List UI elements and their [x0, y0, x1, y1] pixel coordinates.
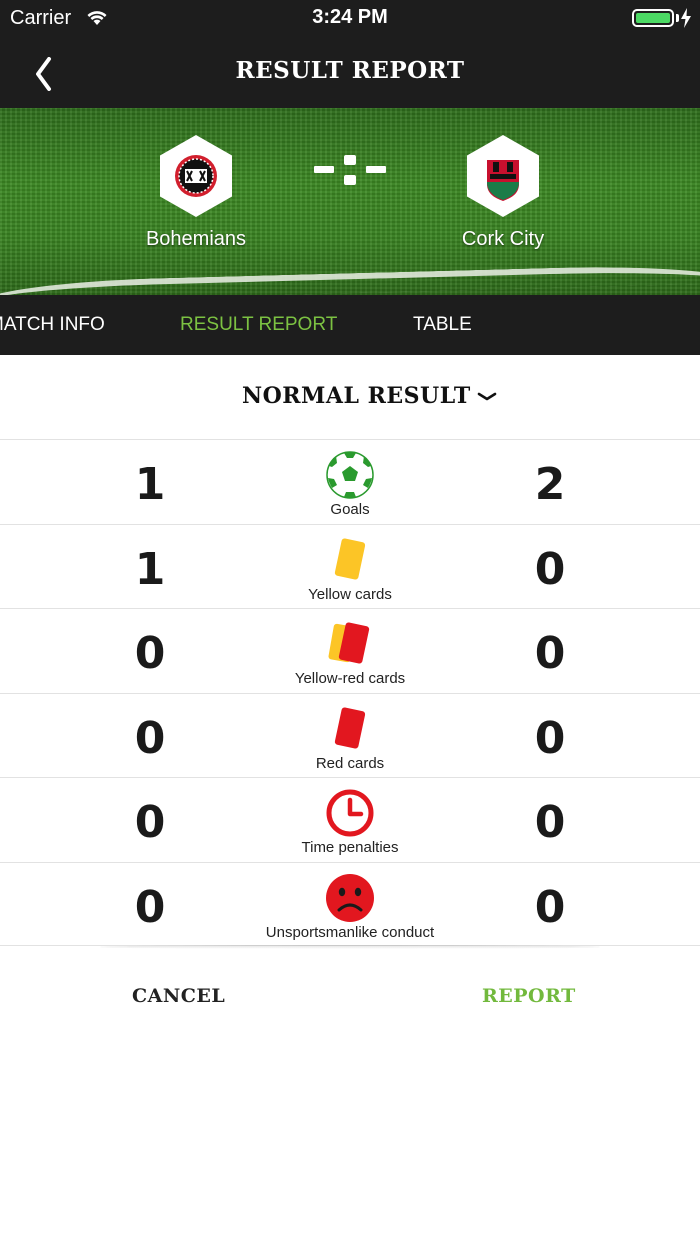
navigation-bar: RESULT REPORT	[0, 40, 700, 108]
stat-label-unsportsmanlike-conduct: Unsportsmanlike conduct	[265, 923, 435, 941]
stat-label-time-penalties: Time penalties	[301, 839, 399, 856]
stat-label-yellow-cards: Yellow cards	[308, 585, 392, 603]
battery-icon	[632, 9, 674, 27]
charging-bolt-icon	[681, 8, 691, 28]
report-button[interactable]: REPORT	[482, 985, 576, 1007]
home-yellow-red-cards-value[interactable]: 0	[90, 628, 210, 679]
stat-row-yellow-red-cards: 0 Yellow-red cards 0	[0, 608, 700, 693]
tab-table[interactable]: TABLE	[413, 314, 472, 336]
away-yellow-red-cards-value[interactable]: 0	[490, 628, 610, 679]
stat-row-red-cards: 0 Red cards 0	[0, 692, 700, 778]
cancel-button[interactable]: CANCEL	[132, 985, 225, 1007]
stat-row-time-penalties: 0 Time penalties 0	[0, 777, 700, 862]
home-team-name: Bohemians	[145, 228, 247, 250]
stat-row-yellow-cards: 1 Yellow cards 0	[0, 523, 700, 609]
stat-row-unsportsmanlike-conduct: 0 Unsportsmanlike conduct 0	[0, 861, 700, 946]
stats-list: 1 Goals 2 1 Yellow cards 0 0 Yellow-red …	[0, 439, 700, 946]
result-type-label: NORMAL RESULT	[242, 383, 471, 409]
tab-bar: MATCH INFO RESULT REPORT TABLE	[0, 295, 700, 355]
home-yellow-cards-value[interactable]: 1	[90, 544, 210, 595]
stat-label-goals: Goals	[330, 501, 370, 518]
home-time-penalties-value[interactable]: 0	[90, 797, 210, 848]
away-unsportsmanlike-value[interactable]: 0	[490, 882, 610, 933]
home-goals-value[interactable]: 1	[90, 459, 210, 510]
clock-icon	[326, 789, 374, 837]
away-goals-value[interactable]: 2	[490, 459, 610, 510]
sad-face-icon	[326, 873, 374, 922]
clock-time: 3:24 PM	[312, 6, 388, 28]
stat-label-red-cards: Red cards	[315, 754, 385, 772]
yellow-red-card-icon	[328, 622, 370, 664]
bohemians-crest-icon	[160, 135, 232, 217]
away-time-penalties-value[interactable]: 0	[490, 797, 610, 848]
red-card-icon	[334, 706, 366, 749]
divider-shadow	[100, 945, 600, 949]
away-red-cards-value[interactable]: 0	[490, 713, 610, 764]
page-title: RESULT REPORT	[235, 57, 465, 84]
stat-row-goals: 1 Goals 2	[0, 439, 700, 524]
match-header: Bohemians Cork City	[0, 108, 700, 295]
home-red-cards-value[interactable]: 0	[90, 713, 210, 764]
cork-city-crest-icon	[467, 135, 539, 217]
status-bar: Carrier 3:24 PM	[0, 0, 700, 40]
soccer-ball-icon	[326, 451, 374, 499]
pitch-line	[0, 263, 700, 295]
home-unsportsmanlike-value[interactable]: 0	[90, 882, 210, 933]
score-separator	[314, 155, 386, 185]
tab-result-report[interactable]: RESULT REPORT	[180, 314, 337, 336]
stat-label-yellow-red-cards: Yellow-red cards	[294, 670, 406, 687]
yellow-card-icon	[334, 537, 366, 580]
away-team-name: Cork City	[461, 228, 545, 250]
result-type-dropdown[interactable]: NORMAL RESULT	[0, 355, 700, 439]
tab-match-info[interactable]: MATCH INFO	[0, 314, 105, 336]
battery-tip	[676, 14, 679, 22]
away-yellow-cards-value[interactable]: 0	[490, 544, 610, 595]
chevron-down-icon	[477, 392, 497, 401]
